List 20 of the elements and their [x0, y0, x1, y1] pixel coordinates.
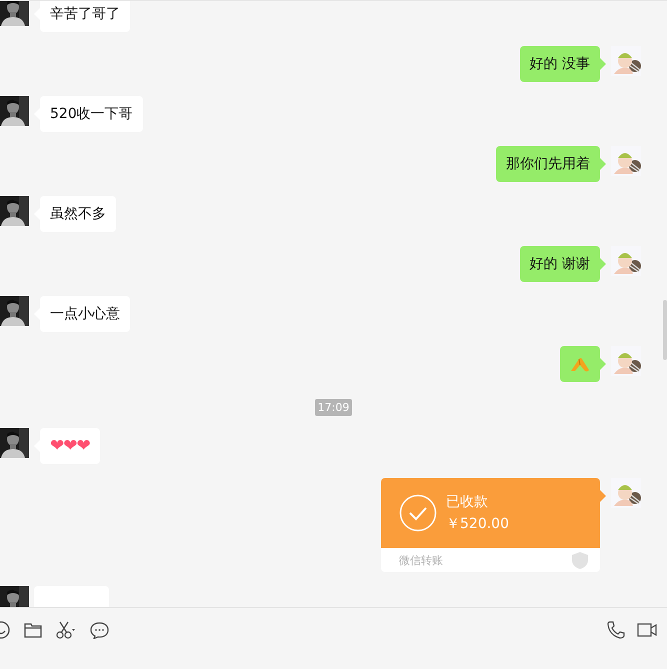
message-bubble: 好的 谢谢 — [520, 246, 600, 282]
chat-icon[interactable] — [90, 622, 109, 638]
scrollbar[interactable] — [663, 300, 667, 360]
message-bubble: 虽然不多 — [40, 196, 116, 232]
message-bubble: 好的 没事 — [520, 46, 600, 82]
transfer-amount: ￥520.00 — [446, 515, 509, 533]
timestamp: 17:09 — [314, 399, 352, 416]
shield-icon — [572, 552, 588, 568]
message-bubble: 辛苦了哥了 — [40, 1, 130, 32]
transfer-label: 微信转账 — [399, 552, 443, 568]
video-icon[interactable] — [637, 623, 657, 637]
folder-icon[interactable] — [24, 622, 42, 638]
transfer-status: 已收款 — [446, 493, 489, 511]
check-icon — [399, 494, 437, 532]
message-bubble: 520收一下哥 — [40, 96, 143, 132]
scissors-icon[interactable] — [56, 621, 76, 639]
message-bubble: ❤❤❤ — [40, 428, 100, 464]
message-bubble: 那你们先用着 — [496, 146, 600, 182]
message-bubble: 一点小心意 — [40, 296, 130, 332]
phone-icon[interactable] — [607, 621, 625, 639]
